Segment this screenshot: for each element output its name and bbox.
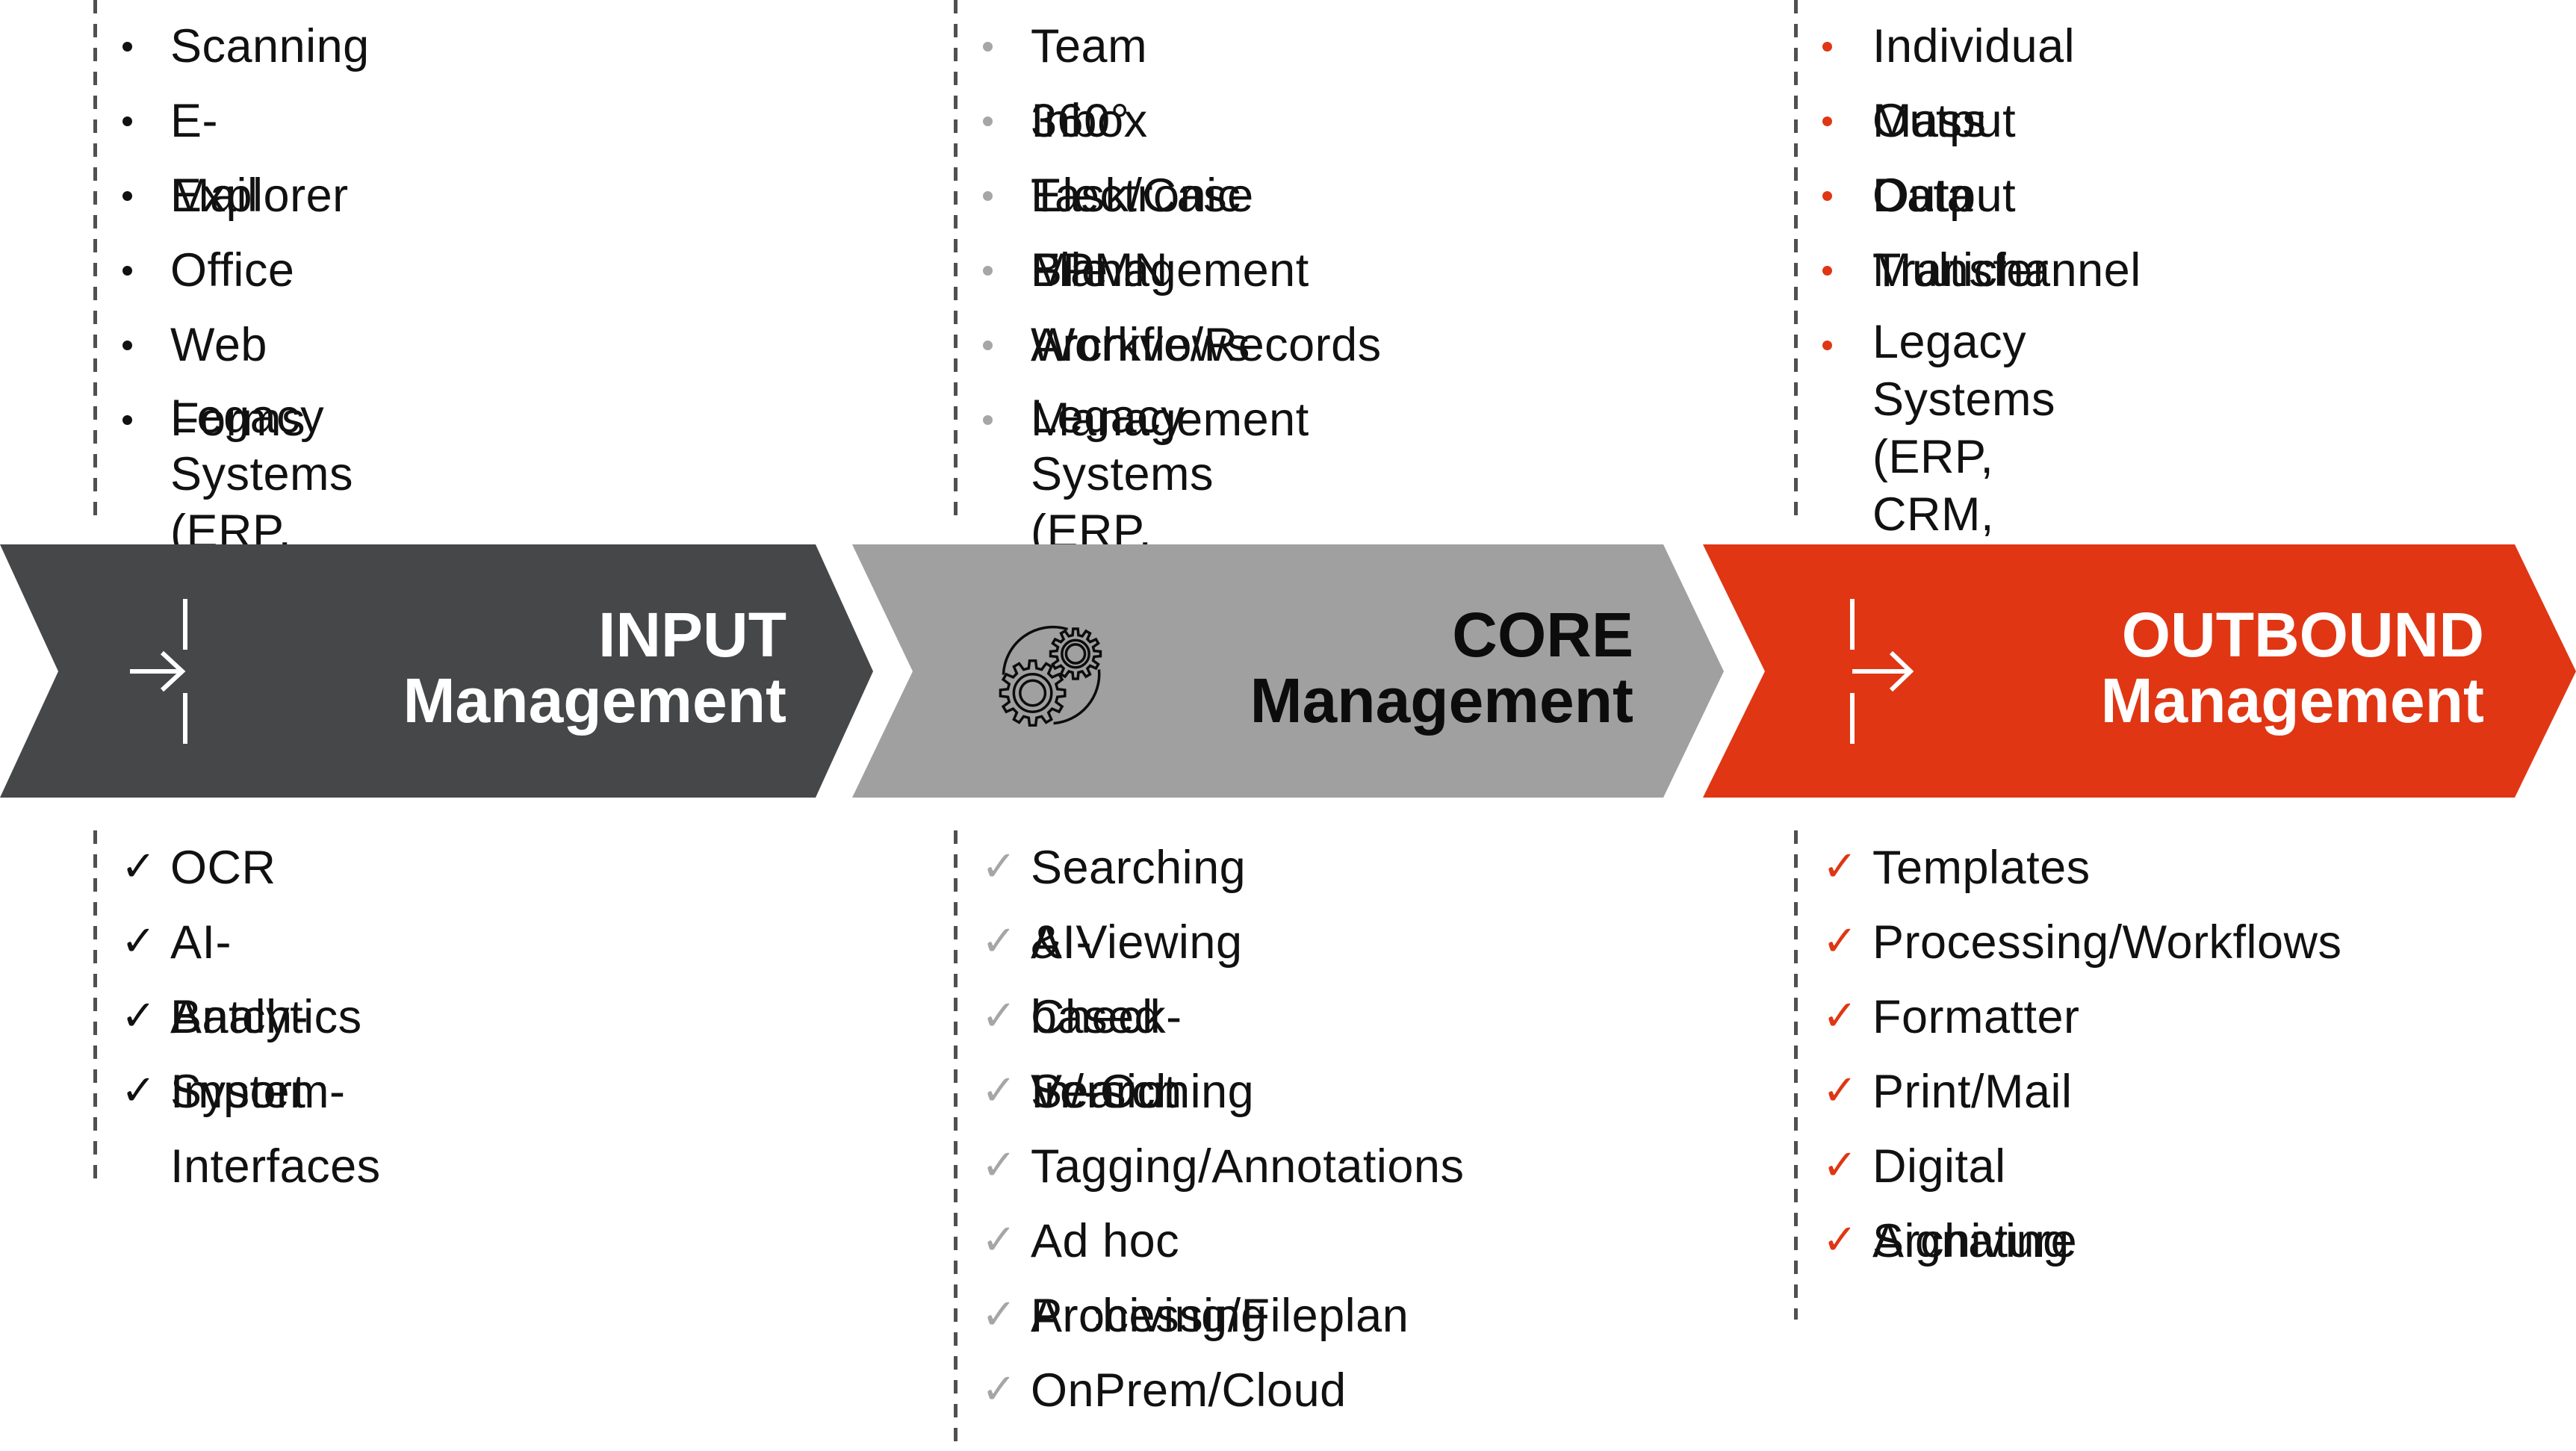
- input-title-line1: INPUT: [598, 600, 786, 670]
- item-label: OCR: [170, 842, 276, 894]
- input-title-line2: Management: [403, 665, 786, 736]
- input-arrow-icon: [130, 599, 187, 744]
- outbound-title: OUTBOUND Management: [2101, 602, 2484, 733]
- item-label: Archiving: [1872, 1215, 2070, 1267]
- checkmark-icon: ✓: [1822, 1141, 1858, 1190]
- checkmark-icon: ✓: [981, 1066, 1017, 1115]
- checkmark-icon: ✓: [1822, 1216, 1858, 1264]
- item-label: Templates: [1872, 842, 2091, 894]
- outbound-title-line2: Management: [2100, 665, 2484, 736]
- item-label: Archiving/Fileplan: [1031, 1290, 1409, 1342]
- checkmark-icon: ✓: [981, 917, 1017, 966]
- item-label: Versioning: [1031, 1066, 1255, 1118]
- checkmark-icon: ✓: [981, 1290, 1017, 1339]
- input-title: INPUT Management: [403, 602, 786, 733]
- checkmark-icon: ✓: [981, 992, 1017, 1040]
- checkmark-icon: ✓: [121, 1066, 157, 1115]
- item-label: System-Interfaces: [170, 1066, 381, 1193]
- item-label: Tagging/Annotations: [1031, 1140, 1465, 1193]
- outbound-title-line1: OUTBOUND: [2121, 600, 2484, 670]
- item-label: Formatter: [1872, 991, 2080, 1043]
- output-arrow-icon: [1850, 599, 1914, 744]
- checkmark-icon: ✓: [1822, 992, 1858, 1040]
- item-label: Processing/Workflows: [1872, 916, 2342, 969]
- checkmark-icon: ✓: [121, 992, 157, 1040]
- gears-icon: [999, 625, 1102, 727]
- checkmark-icon: ✓: [1822, 842, 1858, 891]
- checkmark-icon: ✓: [1822, 917, 1858, 966]
- checkmark-icon: ✓: [1822, 1066, 1858, 1115]
- checkmark-icon: ✓: [981, 1141, 1017, 1190]
- item-label: OnPrem/Cloud: [1031, 1364, 1347, 1417]
- checkmark-icon: ✓: [121, 842, 157, 891]
- checkmark-icon: ✓: [121, 917, 157, 966]
- checkmark-icon: ✓: [981, 1365, 1017, 1414]
- small-gear-icon: [1049, 627, 1102, 680]
- checkmark-icon: ✓: [981, 1216, 1017, 1264]
- checkmark-icon: ✓: [981, 842, 1017, 891]
- core-title-line1: CORE: [1452, 600, 1633, 670]
- core-title: CORE Management: [1250, 602, 1633, 733]
- large-gear-icon: [999, 659, 1067, 727]
- item-label: Print/Mail: [1872, 1066, 2073, 1118]
- core-title-line2: Management: [1250, 665, 1633, 736]
